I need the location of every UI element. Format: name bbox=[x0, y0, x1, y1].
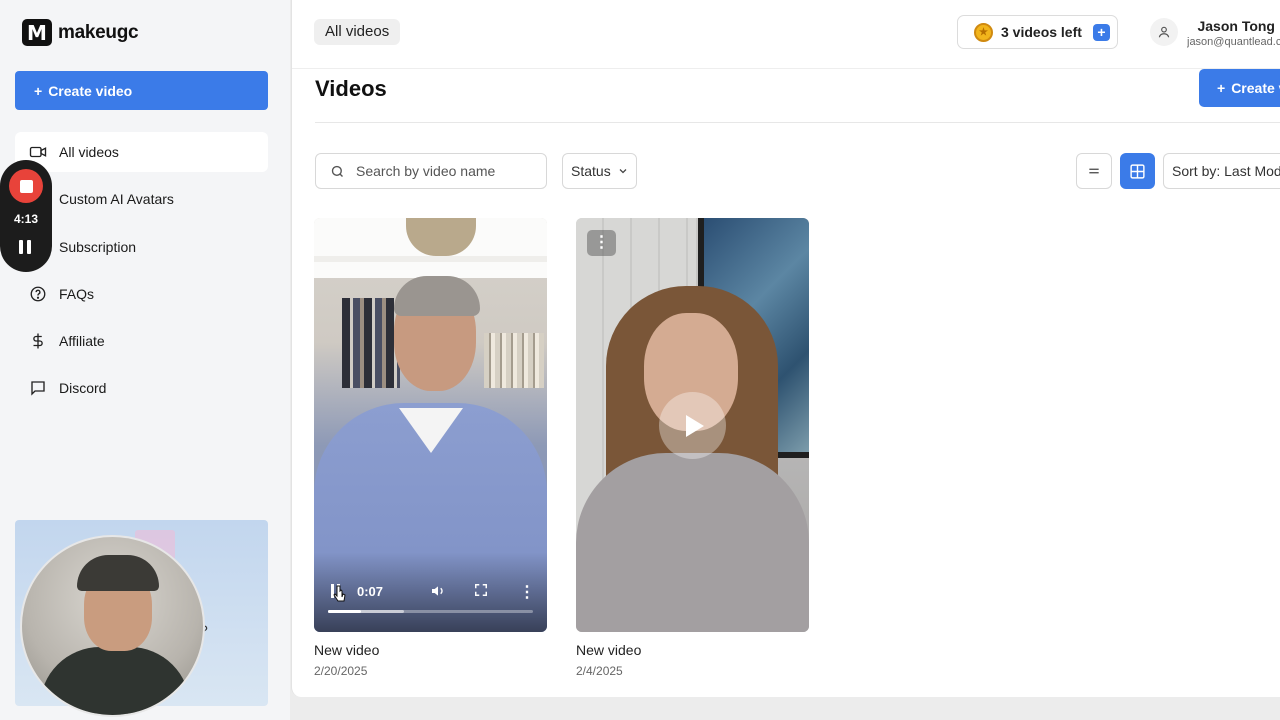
cursor-icon bbox=[333, 585, 346, 602]
webcam-person-body bbox=[40, 647, 190, 715]
sidebar-item-affiliate[interactable]: Affiliate bbox=[15, 321, 268, 361]
books-decor bbox=[484, 333, 544, 388]
logo-text: makeugc bbox=[58, 21, 139, 43]
volume-icon[interactable] bbox=[430, 583, 446, 602]
help-circle-icon bbox=[29, 285, 47, 303]
status-label: Status bbox=[571, 163, 611, 179]
sidebar-item-label: All videos bbox=[59, 144, 119, 160]
chevron-down-icon bbox=[619, 169, 627, 174]
user-icon[interactable] bbox=[1150, 18, 1178, 46]
page-title: Videos bbox=[315, 76, 387, 101]
video-progress-fill bbox=[328, 610, 361, 613]
stop-icon bbox=[19, 179, 33, 193]
grid-icon bbox=[1130, 163, 1145, 179]
breadcrumb[interactable]: All videos bbox=[314, 19, 401, 45]
search-input[interactable]: Search by video name bbox=[315, 153, 547, 189]
credits-label: 3 videos left bbox=[1001, 24, 1082, 40]
sidebar-nav: All videos Custom AI Avatars Subscriptio… bbox=[15, 132, 268, 416]
video-title[interactable]: New video bbox=[314, 642, 547, 658]
video-card[interactable]: ⋮ New video 2/4/2025 bbox=[576, 218, 809, 678]
search-icon bbox=[331, 165, 343, 177]
divider bbox=[315, 122, 1280, 123]
webcam-bubble bbox=[20, 535, 205, 717]
presenter-hair bbox=[394, 276, 480, 316]
dollar-icon bbox=[29, 332, 47, 350]
list-view-button[interactable] bbox=[1076, 153, 1112, 189]
sidebar-item-label: Subscription bbox=[59, 238, 137, 255]
status-filter-dropdown[interactable]: Status bbox=[562, 153, 637, 189]
create-video-top-button[interactable]: + Create video bbox=[1199, 69, 1280, 107]
sidebar-item-label: FAQs bbox=[59, 285, 95, 302]
shelf-line bbox=[314, 256, 547, 262]
video-time: 0:07 bbox=[357, 584, 384, 599]
video-progress-bar[interactable] bbox=[328, 610, 533, 613]
search-placeholder: Search by video name bbox=[356, 163, 496, 179]
grid-view-button[interactable] bbox=[1120, 153, 1155, 189]
user-email: jason@quantlead.co bbox=[1187, 36, 1280, 48]
play-button[interactable] bbox=[659, 392, 726, 459]
play-icon bbox=[686, 414, 704, 437]
video-player[interactable]: 0:07 ⋮ bbox=[314, 218, 547, 632]
create-video-top-label: Create video bbox=[1231, 80, 1280, 96]
sidebar-item-label: Affiliate bbox=[59, 333, 105, 350]
top-bar: All videos ★ 3 videos left + Jason Tong … bbox=[292, 0, 1280, 69]
sort-dropdown[interactable]: Sort by: Last Modified bbox=[1163, 153, 1280, 189]
sort-label: Sort by: Last Modified bbox=[1172, 163, 1280, 179]
webcam-person-cap bbox=[77, 555, 159, 591]
pause-recording-button[interactable] bbox=[19, 240, 33, 254]
plus-icon: + bbox=[1217, 80, 1226, 96]
sidebar-item-label: Discord bbox=[59, 380, 107, 397]
main-content: All videos ★ 3 videos left + Jason Tong … bbox=[291, 0, 1280, 697]
coin-icon: ★ bbox=[974, 22, 993, 42]
fullscreen-icon[interactable] bbox=[474, 583, 488, 600]
sidebar-item-discord[interactable]: Discord bbox=[15, 368, 268, 408]
video-date: 2/4/2025 bbox=[576, 664, 623, 678]
video-title[interactable]: New video bbox=[576, 642, 809, 658]
stop-recording-button[interactable] bbox=[9, 169, 43, 203]
video-date: 2/20/2025 bbox=[314, 664, 368, 678]
sidebar-item-subscription[interactable]: Subscription bbox=[15, 227, 268, 267]
chat-bubble-icon bbox=[29, 379, 47, 397]
sidebar-item-all-videos[interactable]: All videos bbox=[15, 132, 268, 172]
add-credits-icon[interactable]: + bbox=[1092, 23, 1110, 41]
list-icon bbox=[1089, 168, 1099, 174]
create-video-label: Create video bbox=[48, 82, 133, 99]
sidebar-item-custom-ai-avatars[interactable]: Custom AI Avatars bbox=[15, 179, 268, 219]
sidebar-item-faqs[interactable]: FAQs bbox=[15, 274, 268, 314]
user-name: Jason Tong bbox=[1197, 18, 1275, 34]
recording-time: 4:13 bbox=[13, 212, 39, 226]
credits-badge[interactable]: ★ 3 videos left + bbox=[957, 15, 1118, 49]
plus-icon: + bbox=[34, 82, 43, 99]
video-menu-button[interactable]: ⋮ bbox=[587, 230, 616, 256]
video-thumbnail[interactable]: ⋮ bbox=[576, 218, 809, 632]
video-card[interactable]: 0:07 ⋮ New video 2/20/2025 bbox=[314, 218, 547, 678]
logo[interactable]: M makeugc bbox=[22, 19, 139, 46]
presenter-body bbox=[576, 453, 809, 632]
video-camera-icon bbox=[29, 143, 47, 161]
logo-mark-icon: M bbox=[22, 19, 52, 46]
sidebar-item-label: Custom AI Avatars bbox=[59, 191, 174, 208]
create-video-button[interactable]: + Create video bbox=[15, 71, 268, 110]
screen-recorder-pill: 4:13 bbox=[0, 160, 52, 272]
books-decor bbox=[342, 298, 400, 388]
video-controls: 0:07 ⋮ bbox=[314, 580, 547, 604]
more-options-icon[interactable]: ⋮ bbox=[519, 582, 535, 602]
